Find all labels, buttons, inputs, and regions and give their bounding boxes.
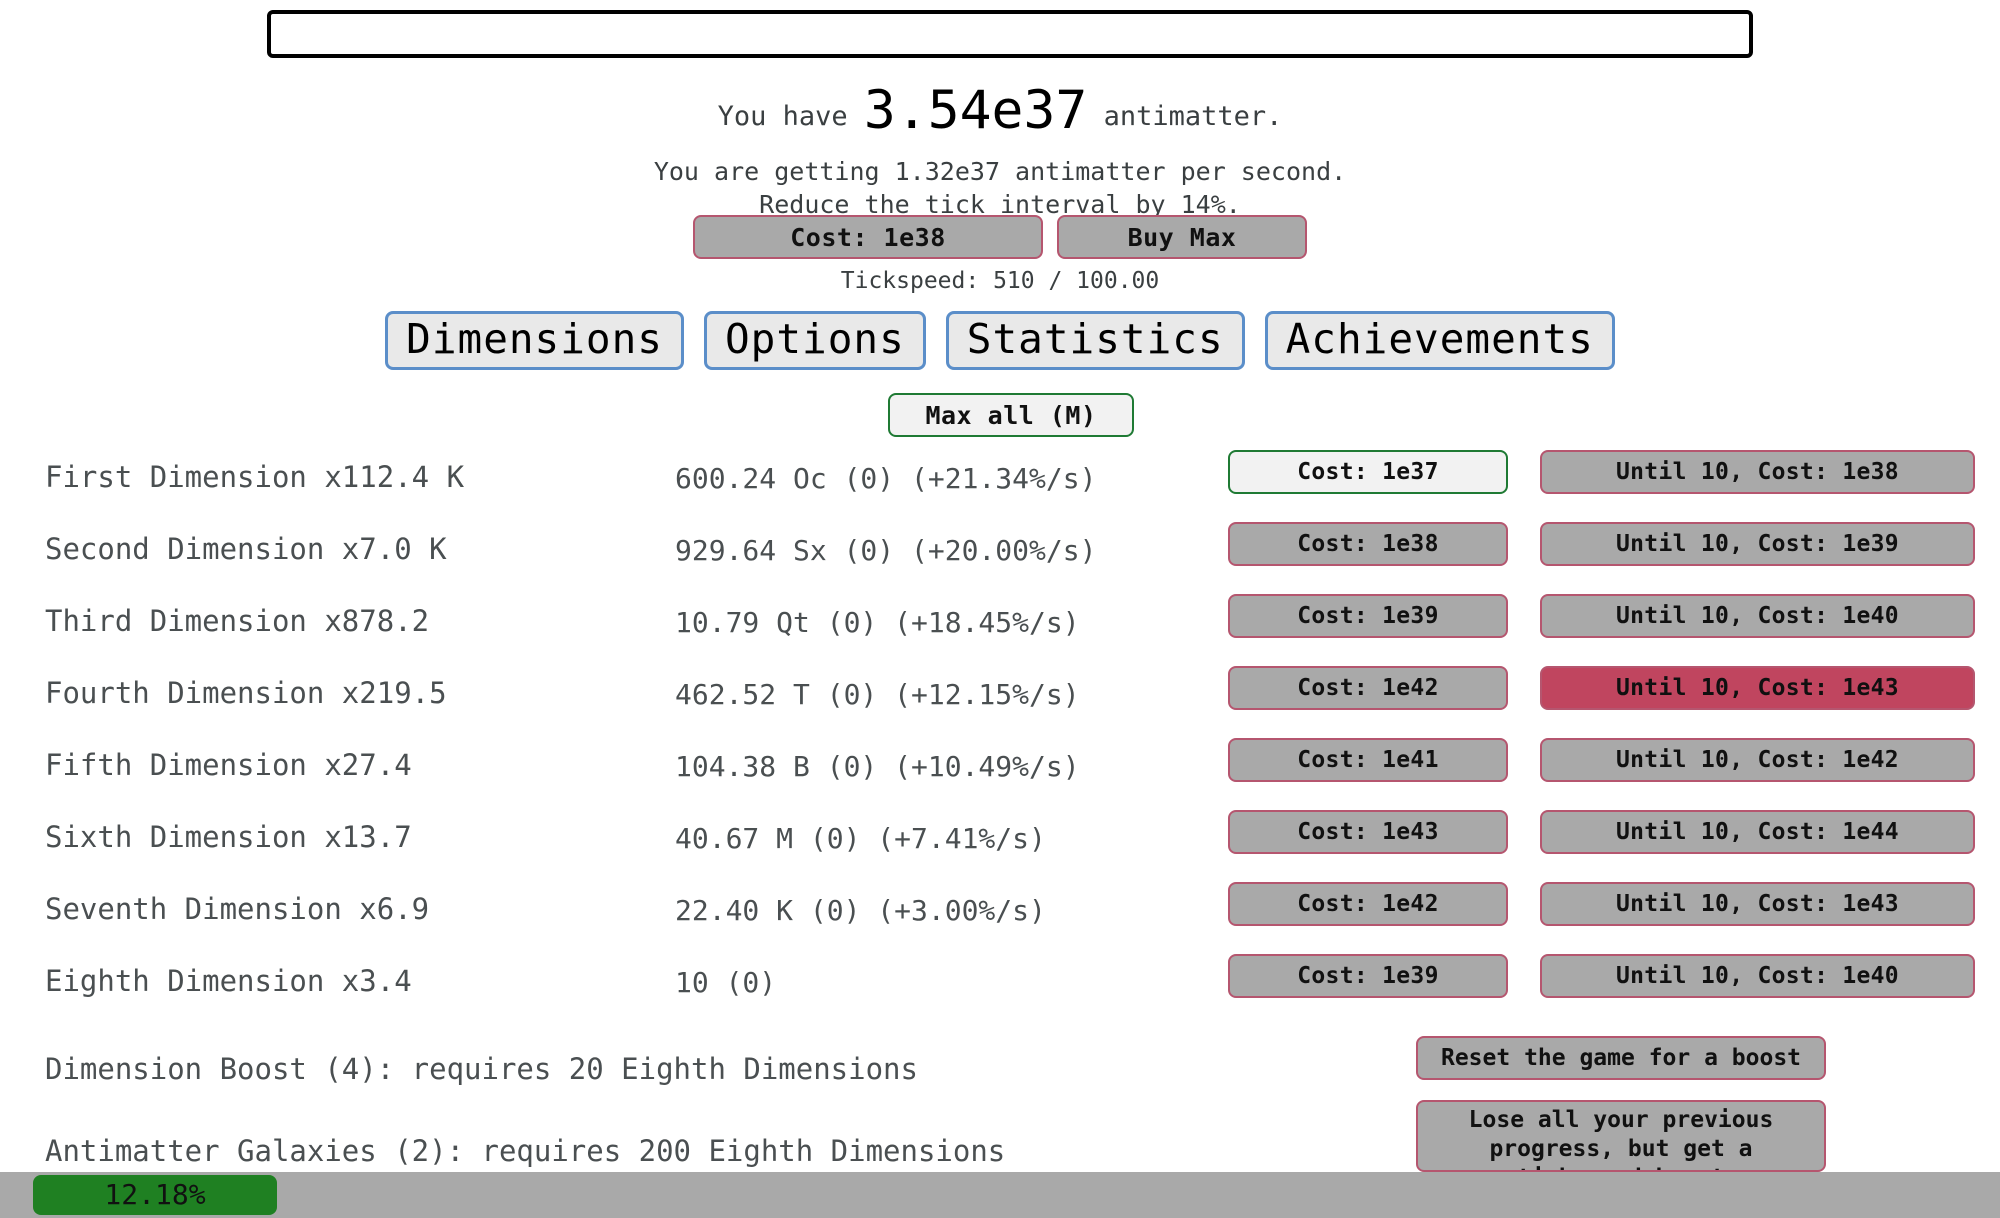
dimension-name-label: First Dimension x112.4 K: [45, 460, 465, 494]
dimension-row: Second Dimension x7.0 K 929.64 Sx (0) (+…: [0, 522, 2000, 594]
dimension-buy-until-ten-button[interactable]: Until 10, Cost: 1e43: [1540, 882, 1975, 926]
dimension-buy-until-ten-button[interactable]: Until 10, Cost: 1e44: [1540, 810, 1975, 854]
dimension-boost-requirement-label: Dimension Boost (4): requires 20 Eighth …: [45, 1052, 918, 1086]
antimatter-prefix-label: You have: [717, 101, 848, 132]
header-stats: You have 3.54e37 antimatter. You are get…: [0, 84, 2000, 221]
dimension-amount-label: 10 (0): [675, 966, 777, 999]
news-ticker-box: [267, 10, 1753, 58]
dimension-amount-label: 600.24 Oc (0) (+21.34%/s): [675, 462, 1097, 495]
dimension-buy-button[interactable]: Cost: 1e38: [1228, 522, 1508, 566]
antimatter-galaxy-button[interactable]: Lose all your previous progress, but get…: [1416, 1100, 1826, 1172]
antimatter-per-second-line: You are getting 1.32e37 antimatter per s…: [653, 157, 1347, 186]
tickspeed-button-group: Cost: 1e38 Buy Max: [0, 215, 2000, 259]
dimension-name-label: Eighth Dimension x3.4: [45, 964, 412, 998]
tickspeed-buy-max-button[interactable]: Buy Max: [1057, 215, 1307, 259]
antimatter-galaxies-requirement-label: Antimatter Galaxies (2): requires 200 Ei…: [45, 1134, 1006, 1168]
dimension-amount-label: 929.64 Sx (0) (+20.00%/s): [675, 534, 1097, 567]
dimension-buy-button[interactable]: Cost: 1e37: [1228, 450, 1508, 494]
tab-statistics[interactable]: Statistics: [945, 311, 1245, 371]
dimension-amount-label: 10.79 Qt (0) (+18.45%/s): [675, 606, 1080, 639]
tickspeed-status-line: Tickspeed: 510 / 100.00: [840, 268, 1160, 294]
dimension-buy-button[interactable]: Cost: 1e43: [1228, 810, 1508, 854]
dimension-buy-button[interactable]: Cost: 1e42: [1228, 666, 1508, 710]
dimension-amount-label: 104.38 B (0) (+10.49%/s): [675, 750, 1080, 783]
progress-bar-value-label: 12.18%: [104, 1178, 206, 1211]
tab-dimensions[interactable]: Dimensions: [385, 311, 684, 371]
dimension-buy-until-ten-button[interactable]: Until 10, Cost: 1e39: [1540, 522, 1975, 566]
dimension-buy-until-ten-button[interactable]: Until 10, Cost: 1e42: [1540, 738, 1975, 782]
dimension-list: First Dimension x112.4 K 600.24 Oc (0) (…: [0, 450, 2000, 1026]
dimension-amount-label: 22.40 K (0) (+3.00%/s): [675, 894, 1046, 927]
dimension-row: Sixth Dimension x13.7 40.67 M (0) (+7.41…: [0, 810, 2000, 882]
dimension-buy-button[interactable]: Cost: 1e39: [1228, 594, 1508, 638]
antimatter-total-line: You have 3.54e37 antimatter.: [0, 84, 2000, 137]
dimension-buy-until-ten-button[interactable]: Until 10, Cost: 1e38: [1540, 450, 1975, 494]
dimension-row: Eighth Dimension x3.4 10 (0) Cost: 1e39 …: [0, 954, 2000, 1026]
dimension-buy-button[interactable]: Cost: 1e39: [1228, 954, 1508, 998]
antimatter-amount-value: 3.54e37: [863, 80, 1088, 141]
dimension-name-label: Second Dimension x7.0 K: [45, 532, 447, 566]
dimension-buy-until-ten-button[interactable]: Until 10, Cost: 1e40: [1540, 594, 1975, 638]
dimension-buy-button[interactable]: Cost: 1e42: [1228, 882, 1508, 926]
dimension-name-label: Third Dimension x878.2: [45, 604, 430, 638]
dimension-row: Seventh Dimension x6.9 22.40 K (0) (+3.0…: [0, 882, 2000, 954]
tab-bar: Dimensions Options Statistics Achievemen…: [0, 311, 2000, 371]
tab-options[interactable]: Options: [703, 311, 926, 371]
max-all-button[interactable]: Max all (M): [888, 393, 1134, 437]
dimension-row: Fifth Dimension x27.4 104.38 B (0) (+10.…: [0, 738, 2000, 810]
dimension-name-label: Seventh Dimension x6.9: [45, 892, 430, 926]
antimatter-suffix-label: antimatter.: [1103, 101, 1283, 132]
progress-bar-track: 12.18%: [0, 1172, 2000, 1218]
tickspeed-buy-button[interactable]: Cost: 1e38: [693, 215, 1043, 259]
tab-achievements[interactable]: Achievements: [1264, 311, 1615, 371]
dimension-name-label: Sixth Dimension x13.7: [45, 820, 412, 854]
dimension-buy-button[interactable]: Cost: 1e41: [1228, 738, 1508, 782]
dimension-row: First Dimension x112.4 K 600.24 Oc (0) (…: [0, 450, 2000, 522]
dimension-name-label: Fourth Dimension x219.5: [45, 676, 447, 710]
dimension-buy-until-ten-button[interactable]: Until 10, Cost: 1e43: [1540, 666, 1975, 710]
dimension-row: Third Dimension x878.2 10.79 Qt (0) (+18…: [0, 594, 2000, 666]
dimension-buy-until-ten-button[interactable]: Until 10, Cost: 1e40: [1540, 954, 1975, 998]
dimension-amount-label: 40.67 M (0) (+7.41%/s): [675, 822, 1046, 855]
max-all-container: Max all (M): [888, 393, 1134, 437]
dimension-name-label: Fifth Dimension x27.4: [45, 748, 412, 782]
dimension-amount-label: 462.52 T (0) (+12.15%/s): [675, 678, 1080, 711]
dimension-boost-button[interactable]: Reset the game for a boost: [1416, 1036, 1826, 1080]
dimension-row: Fourth Dimension x219.5 462.52 T (0) (+1…: [0, 666, 2000, 738]
